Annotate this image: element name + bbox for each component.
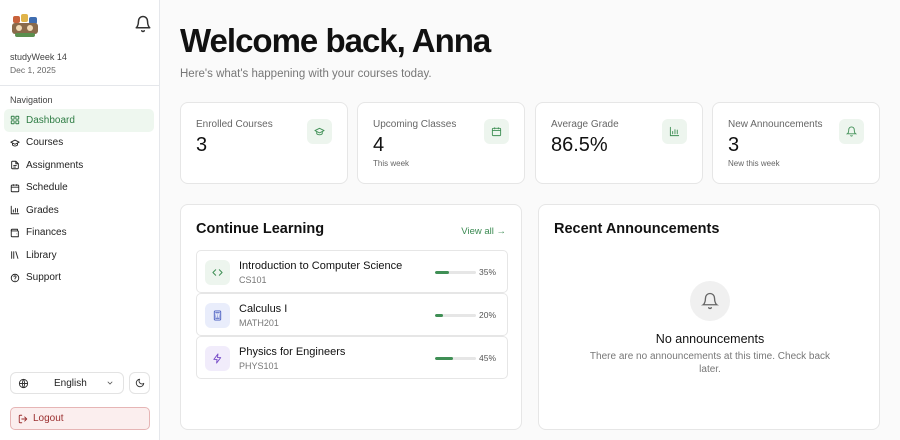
course-title: Introduction to Computer Science [239, 260, 403, 272]
sidebar-item-assignments[interactable]: Assignments [4, 154, 154, 177]
stat-label: Average Grade [551, 119, 619, 130]
sidebar-item-dashboard[interactable]: Dashboard [4, 109, 154, 132]
sidebar-nav: Dashboard Courses Assignments Schedule G… [4, 109, 154, 289]
sidebar-item-label: Grades [26, 204, 59, 216]
progress-bar [435, 357, 476, 360]
nav-section-title: Navigation [10, 95, 53, 105]
calendar-icon [10, 184, 20, 192]
language-label: English [54, 377, 87, 389]
sidebar-item-schedule[interactable]: Schedule [4, 177, 154, 200]
course-code: PHYS101 [239, 361, 279, 371]
notifications-bell-icon[interactable] [134, 15, 152, 33]
panel-title: Recent Announcements [554, 221, 720, 237]
view-all-link[interactable]: View all → [461, 226, 506, 237]
language-select[interactable]: English [10, 372, 124, 394]
wallet-icon [10, 228, 19, 237]
sidebar-item-label: Dashboard [26, 114, 75, 126]
stat-label: New Announcements [728, 119, 823, 130]
sidebar-item-label: Courses [26, 137, 64, 149]
lightning-icon [205, 346, 230, 371]
sidebar-item-label: Assignments [26, 159, 84, 171]
course-code: MATH201 [239, 318, 279, 328]
course-card-math201[interactable]: Calculus I MATH201 20% [196, 293, 508, 336]
progress-fill [435, 314, 444, 317]
progress-bar [435, 271, 476, 274]
sidebar-item-grades[interactable]: Grades [4, 199, 154, 222]
chevron-down-icon [107, 381, 113, 385]
logout-icon [18, 414, 28, 423]
empty-state-title: No announcements [655, 332, 765, 346]
course-code: CS101 [239, 275, 267, 285]
globe-icon [18, 378, 29, 388]
app-name: studyWeek 14 [10, 52, 67, 62]
course-card-phys101[interactable]: Physics for Engineers PHYS101 45% [196, 336, 508, 379]
sidebar-item-library[interactable]: Library [4, 244, 154, 267]
current-date: Dec 1, 2025 [10, 65, 56, 75]
sidebar-item-finances[interactable]: Finances [4, 222, 154, 245]
stat-value: 3 [728, 134, 740, 156]
stat-card-upcoming-classes: Upcoming Classes 4 This week [357, 102, 525, 184]
sidebar-item-label: Library [26, 249, 57, 261]
library-icon [11, 251, 19, 260]
bell-icon [839, 119, 864, 144]
calculator-icon [205, 303, 230, 328]
sidebar-item-label: Finances [26, 227, 67, 239]
graduation-cap-icon [307, 119, 332, 144]
courses-icon [10, 139, 20, 147]
empty-state-description: There are no announcements at this time.… [589, 351, 831, 375]
stat-value: 4 [373, 134, 385, 156]
progress-percent: 45% [478, 353, 496, 363]
stat-value: 3 [196, 134, 208, 156]
bar-chart-icon [662, 119, 687, 144]
sidebar-item-label: Support [26, 272, 62, 284]
sidebar: studyWeek 14 Dec 1, 2025 Navigation Dash… [0, 0, 160, 440]
page-subtitle: Here's what's happening with your course… [180, 68, 432, 80]
moon-icon [135, 378, 144, 388]
page-title: Welcome back, Anna [180, 22, 491, 59]
sidebar-divider [0, 85, 159, 86]
sidebar-item-label: Schedule [26, 182, 68, 194]
course-title: Physics for Engineers [239, 346, 346, 358]
stat-card-average-grade: Average Grade 86.5% [535, 102, 703, 184]
stat-label: Enrolled Courses [196, 119, 273, 130]
stat-label: Upcoming Classes [373, 119, 457, 130]
progress-fill [435, 271, 450, 274]
stat-note: This week [373, 159, 410, 168]
progress-percent: 35% [478, 267, 496, 277]
stat-card-new-announcements: New Announcements 3 New this week [712, 102, 880, 184]
bell-icon [690, 281, 730, 321]
progress-percent: 20% [478, 310, 496, 320]
dashboard-icon [10, 116, 20, 125]
code-icon [205, 260, 230, 285]
calendar-icon [484, 119, 509, 144]
panel-title: Continue Learning [196, 221, 325, 237]
course-card-cs101[interactable]: Introduction to Computer Science CS101 3… [196, 250, 508, 293]
stat-note: New this week [728, 159, 780, 168]
help-icon [10, 273, 20, 282]
course-title: Calculus I [239, 303, 288, 315]
progress-bar [435, 314, 476, 317]
logout-button[interactable]: Logout [10, 407, 150, 430]
app-logo [10, 12, 40, 38]
sidebar-item-support[interactable]: Support [4, 267, 154, 290]
assignments-icon [11, 161, 19, 170]
logout-label: Logout [33, 413, 64, 424]
grades-chart-icon [10, 206, 20, 215]
recent-announcements-panel: Recent Announcements No announcements Th… [538, 204, 880, 430]
progress-fill [435, 357, 454, 360]
stat-value: 86.5% [551, 134, 608, 156]
sidebar-item-courses[interactable]: Courses [4, 132, 154, 155]
stat-card-enrolled-courses: Enrolled Courses 3 [180, 102, 348, 184]
continue-learning-panel: Continue Learning View all → Introductio… [180, 204, 522, 430]
theme-toggle-button[interactable] [129, 372, 150, 394]
